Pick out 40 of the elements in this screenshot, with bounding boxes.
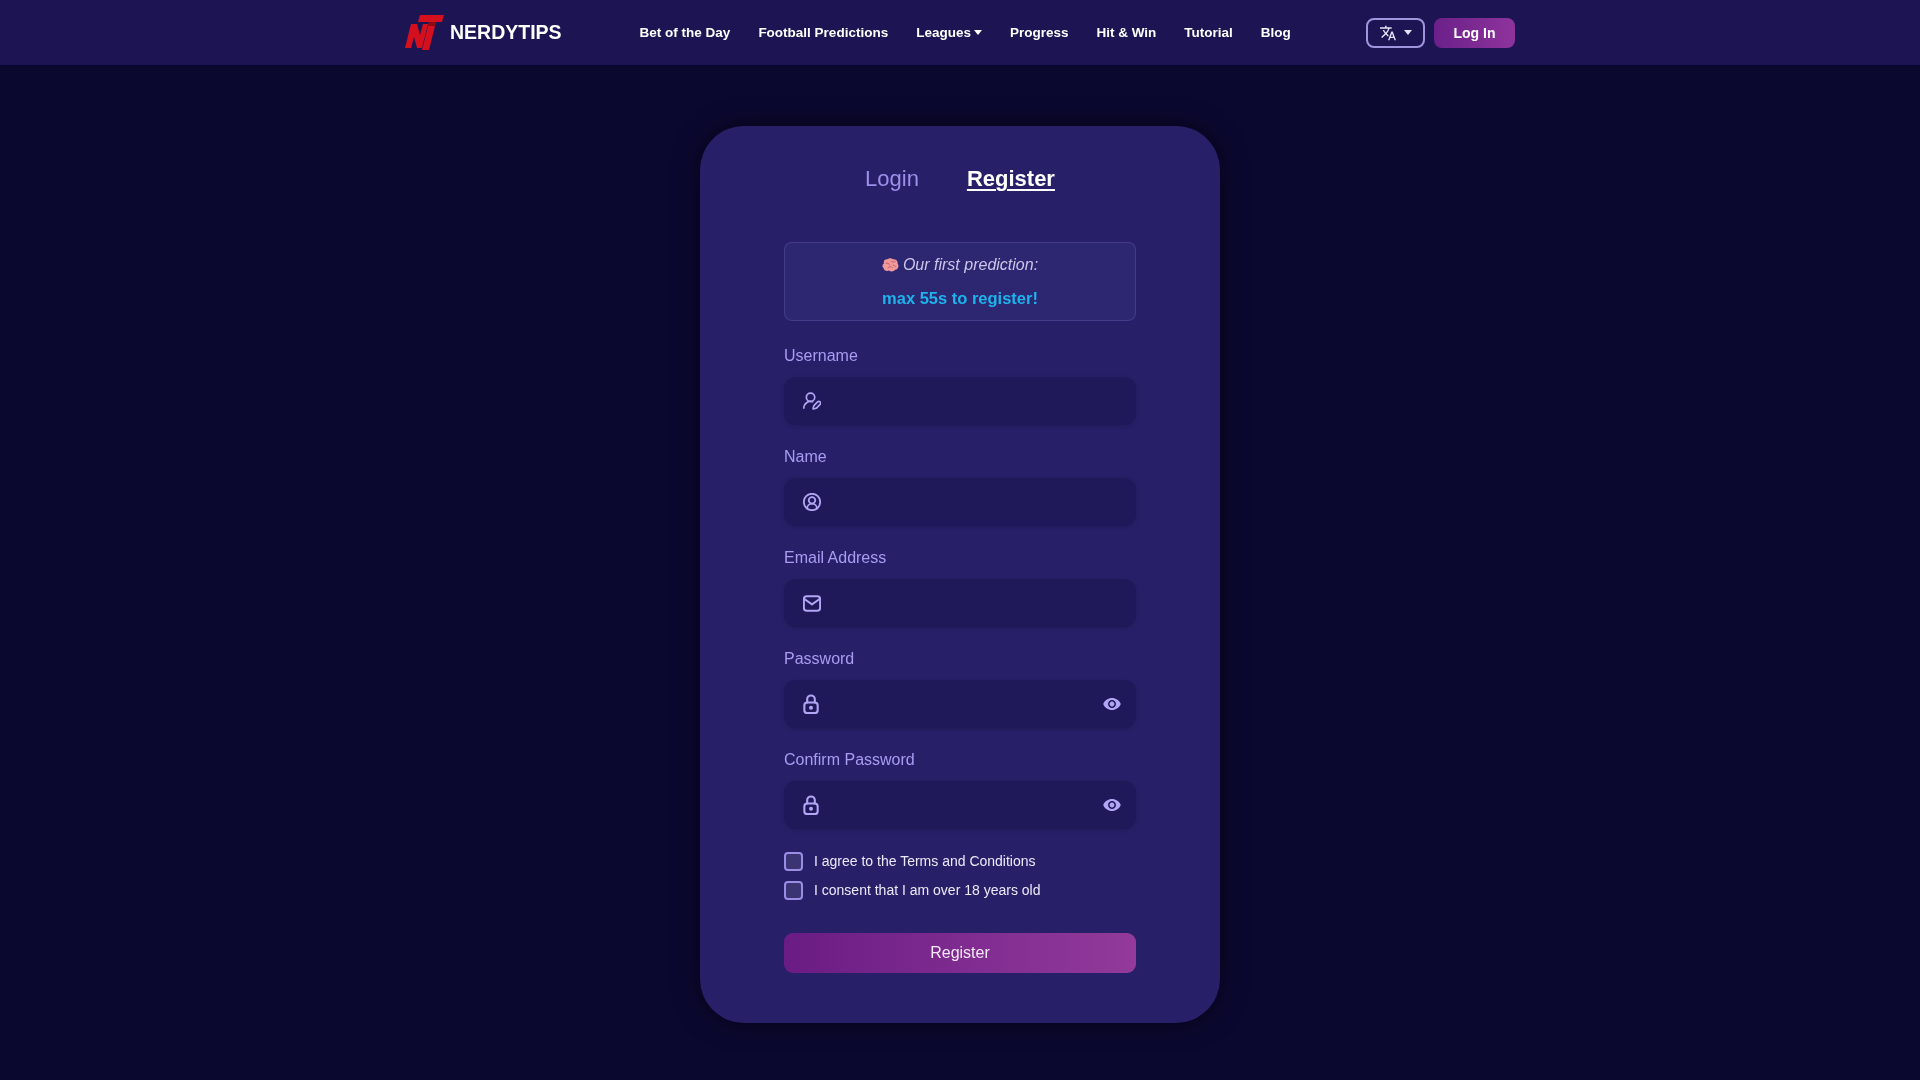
countdown-text: max 55s to register! xyxy=(882,288,1038,309)
lock-icon xyxy=(803,694,819,714)
notice-text: Our first prediction: xyxy=(902,255,1039,275)
nav-link[interactable]: Bet of the Day xyxy=(625,22,745,43)
mail-icon xyxy=(803,594,821,612)
field-label: Password xyxy=(784,649,855,669)
language-button[interactable] xyxy=(1366,17,1425,48)
nav-link[interactable]: Hit & Win xyxy=(1082,22,1171,43)
logo-icon xyxy=(405,15,444,50)
register-button[interactable]: Register xyxy=(784,933,1136,973)
name-field[interactable] xyxy=(784,478,1136,526)
nav-dropdown[interactable]: Leagues xyxy=(902,22,996,43)
nav-link[interactable]: Football Predictions xyxy=(744,22,903,43)
field-label: Name xyxy=(784,447,827,467)
field-label: Username xyxy=(784,346,858,366)
tab[interactable]: Register xyxy=(966,166,1055,192)
password-field[interactable] xyxy=(784,680,1136,728)
lock-icon xyxy=(803,795,819,815)
eye-icon[interactable] xyxy=(1103,799,1121,811)
login-button[interactable]: Log In xyxy=(1434,17,1515,48)
checkbox-label: I agree to the Terms and Conditions xyxy=(814,852,1036,870)
caret-icon xyxy=(973,30,982,35)
nav-link[interactable]: Progress xyxy=(995,22,1083,43)
email-field[interactable] xyxy=(784,579,1136,627)
nav-link[interactable]: Blog xyxy=(1246,22,1305,43)
checkbox-label: I consent that I am over 18 years old xyxy=(814,881,1041,899)
translate-icon xyxy=(1379,24,1396,41)
checkbox[interactable] xyxy=(784,880,803,900)
field-label: Email Address xyxy=(784,548,887,568)
checkbox[interactable] xyxy=(784,851,803,871)
username-field[interactable] xyxy=(784,377,1136,425)
eye-icon[interactable] xyxy=(1103,698,1121,710)
nav-link[interactable]: Tutorial xyxy=(1170,22,1247,43)
password-field[interactable] xyxy=(784,781,1136,829)
brand-link[interactable]: NERDYTIPS xyxy=(405,15,562,50)
field-label: Confirm Password xyxy=(784,750,915,770)
brain-icon xyxy=(881,258,899,272)
user-pen-icon xyxy=(803,392,821,410)
tab[interactable]: Login xyxy=(865,166,919,192)
caret-icon xyxy=(1403,30,1412,35)
